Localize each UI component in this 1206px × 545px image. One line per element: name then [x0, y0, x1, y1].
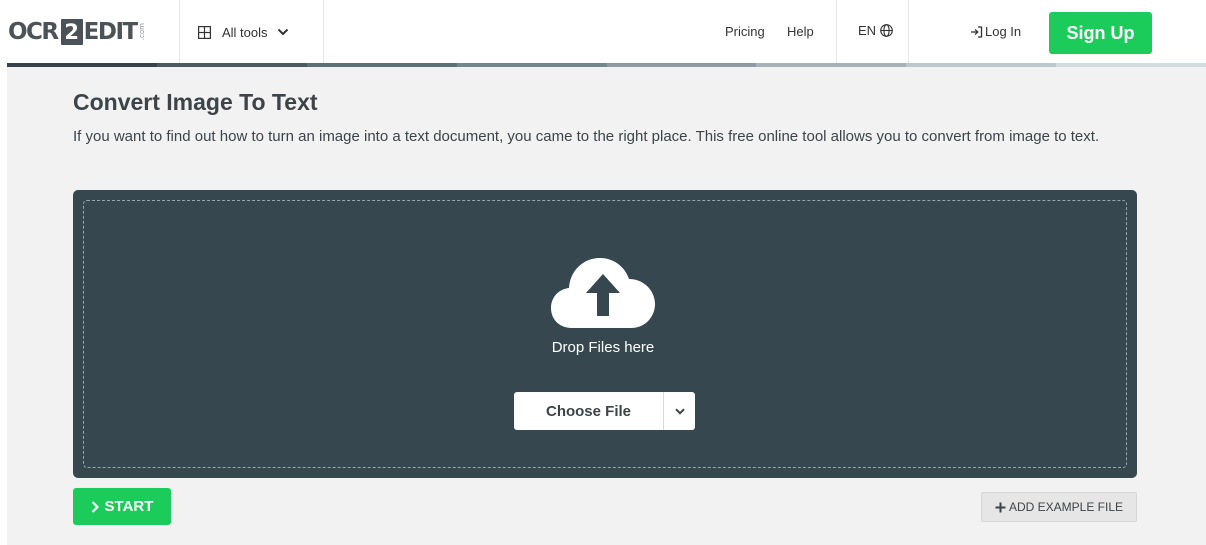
top-navigation-bar: OCR 2 EDIT .com All tools Pricing Help E… [0, 0, 1206, 63]
page-title: Convert Image To Text [73, 89, 318, 115]
chevron-right-icon [91, 500, 99, 513]
language-selector[interactable]: EN [858, 23, 893, 38]
login-label: Log In [985, 24, 1022, 39]
file-dropzone[interactable] [73, 190, 1137, 478]
add-example-file-button[interactable]: ADD EXAMPLE FILE [981, 492, 1137, 522]
logo-number-box: 2 [60, 19, 83, 45]
login-link[interactable]: Log In [970, 24, 1021, 39]
globe-icon [880, 24, 893, 37]
choose-file-dropdown-button[interactable] [664, 392, 695, 430]
divider [323, 0, 324, 63]
nav-pricing-link[interactable]: Pricing [725, 24, 765, 39]
all-tools-label: All tools [222, 24, 268, 40]
divider [836, 0, 837, 63]
start-button[interactable]: START [73, 488, 171, 525]
login-icon [971, 25, 983, 38]
page-description: If you want to find out how to turn an i… [73, 128, 1100, 145]
logo-suffix: .com [137, 23, 146, 41]
chevron-down-icon [277, 28, 288, 36]
grid-icon [198, 25, 211, 39]
add-example-file-label: ADD EXAMPLE FILE [1008, 500, 1124, 514]
all-tools-menu[interactable]: All tools [198, 22, 289, 42]
chevron-down-icon [674, 407, 685, 415]
choose-file-button[interactable]: Choose File [514, 392, 663, 430]
divider [179, 0, 180, 63]
language-code: EN [858, 23, 877, 38]
cloud-upload-icon [551, 258, 655, 328]
ocr2edit-logo[interactable]: OCR 2 EDIT .com [8, 19, 146, 45]
nav-help-link[interactable]: Help [787, 24, 814, 39]
sign-up-button[interactable]: Sign Up [1049, 12, 1152, 54]
logo-text-right: EDIT [83, 19, 139, 45]
choose-file-control: Choose File [514, 392, 695, 430]
drop-files-text: Drop Files here [551, 339, 655, 356]
divider [908, 0, 909, 63]
logo-text-left: OCR [8, 19, 59, 45]
start-label: START [104, 498, 154, 515]
plus-icon [995, 502, 1006, 512]
